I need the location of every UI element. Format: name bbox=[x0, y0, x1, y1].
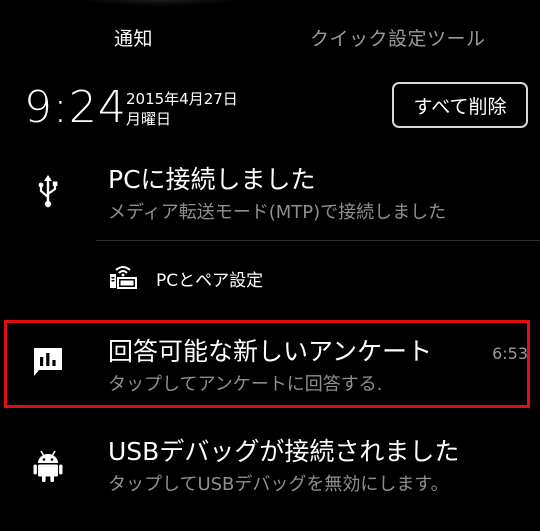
notification-title: PCに接続しました bbox=[108, 165, 316, 194]
android-icon bbox=[28, 446, 68, 486]
date-block: 2015年4月27日 月曜日 bbox=[126, 89, 238, 129]
date-line: 2015年4月27日 bbox=[126, 90, 238, 108]
status-glow bbox=[70, 0, 250, 6]
pc-pair-label: PCとペア設定 bbox=[156, 271, 264, 291]
divider bbox=[96, 240, 540, 241]
notification-pc-connected[interactable]: PCに接続しました メディア転送モード(MTP)で接続しました bbox=[0, 150, 540, 240]
highlight-box bbox=[4, 320, 530, 408]
usb-icon bbox=[28, 172, 68, 212]
notification-shade: 通知 クイック設定ツール 9:24 2015年4月27日 月曜日 すべて削除 P… bbox=[0, 0, 540, 531]
notification-action-pair[interactable]: PCとペア設定 bbox=[0, 258, 540, 298]
tab-notifications[interactable]: 通知 bbox=[114, 24, 153, 51]
notification-usb-debugging[interactable]: USBデバッグが接続されました タップしてUSBデバッグを無効にします。 bbox=[0, 420, 540, 510]
notification-subtitle: タップしてUSBデバッグを無効にします。 bbox=[108, 474, 449, 495]
clock: 9:24 bbox=[24, 82, 127, 133]
clear-all-button[interactable]: すべて削除 bbox=[392, 82, 528, 128]
weekday-line: 月曜日 bbox=[126, 110, 172, 128]
shade-header: 9:24 2015年4月27日 月曜日 すべて削除 bbox=[0, 80, 540, 144]
shade-tabs: 通知 クイック設定ツール bbox=[0, 18, 540, 58]
notification-title: USBデバッグが接続されました bbox=[108, 437, 460, 466]
tab-quick-settings[interactable]: クイック設定ツール bbox=[310, 24, 486, 51]
pc-pair-icon bbox=[108, 264, 138, 290]
notification-subtitle: メディア転送モード(MTP)で接続しました bbox=[108, 202, 447, 223]
